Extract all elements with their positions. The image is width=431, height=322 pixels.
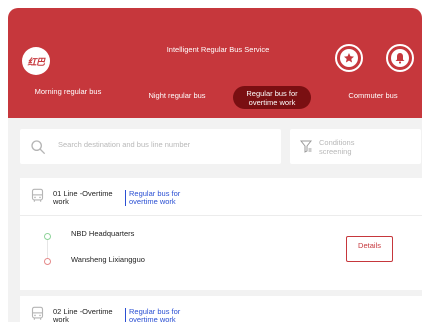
search-placeholder: Search destination and bus line number: [58, 140, 191, 149]
header: 红巴 Intelligent Regular Bus Service Morni…: [8, 8, 422, 118]
tab-commuter-bus[interactable]: Commuter bus: [338, 91, 408, 100]
notifications-button[interactable]: [386, 44, 414, 72]
route-name: 02 Line -Overtime work: [53, 307, 113, 322]
search-icon: [31, 140, 46, 155]
app-frame: 红巴 Intelligent Regular Bus Service Morni…: [8, 8, 422, 322]
route-type: Regular bus for overtime work: [125, 308, 209, 322]
route-card[interactable]: 02 Line -Overtime work Regular bus for o…: [20, 296, 422, 322]
tab-overtime-regular-bus[interactable]: Regular bus for overtime work: [233, 86, 311, 109]
bus-icon: [31, 188, 44, 202]
start-stop-name: NBD Headquarters: [71, 229, 135, 238]
end-stop-marker: [44, 258, 51, 265]
divider: [20, 215, 422, 216]
app-logo: 红巴: [22, 47, 50, 75]
route-card[interactable]: 01 Line -Overtime work Regular bus for o…: [20, 178, 422, 290]
end-stop-name: Wansheng Lixiangguo: [71, 255, 145, 264]
search-input[interactable]: Search destination and bus line number: [20, 129, 281, 164]
favorites-button[interactable]: [335, 44, 363, 72]
tab-morning-regular-bus[interactable]: Morning regular bus: [34, 87, 102, 96]
bus-icon: [31, 306, 44, 320]
tab-night-regular-bus[interactable]: Night regular bus: [136, 91, 218, 100]
conditions-label: Conditions screening: [319, 138, 355, 156]
app-title: Intelligent Regular Bus Service: [166, 45, 270, 54]
start-stop-marker: [44, 233, 51, 240]
route-type: Regular bus for overtime work: [125, 190, 209, 206]
details-button[interactable]: Details: [346, 236, 393, 262]
bell-icon: [395, 53, 405, 64]
star-icon: [344, 53, 354, 63]
filter-icon: [300, 140, 312, 153]
conditions-screening-button[interactable]: Conditions screening: [290, 129, 421, 164]
tab-overtime-label: Regular bus for overtime work: [246, 88, 298, 107]
route-name: 01 Line -Overtime work: [53, 189, 113, 206]
